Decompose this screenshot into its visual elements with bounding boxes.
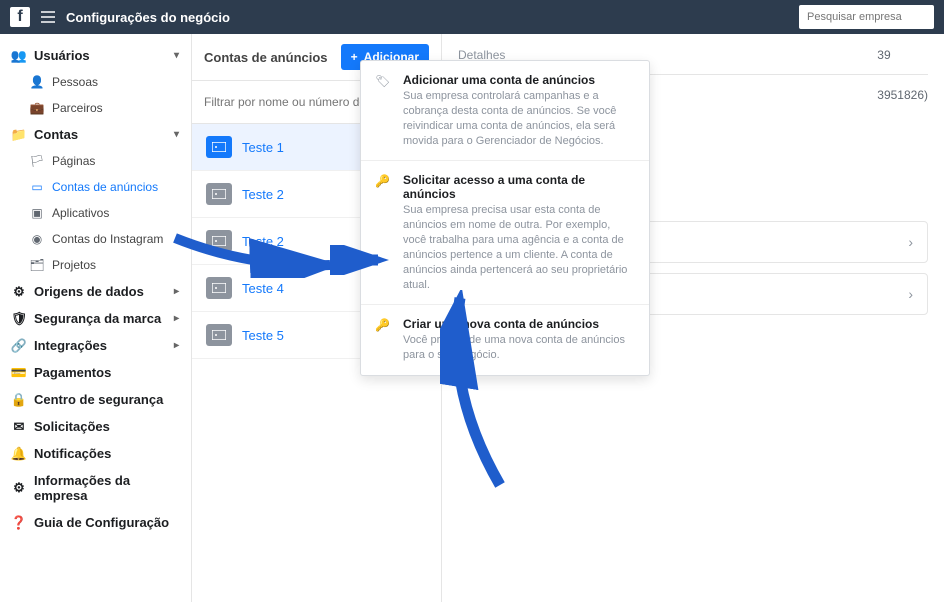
topbar: f Configurações do negócio: [0, 0, 944, 34]
sidebar-label: Informações da empresa: [34, 473, 179, 503]
chevron-down-icon: ▾: [174, 129, 179, 140]
dropdown-option-desc: Sua empresa precisa usar esta conta de a…: [403, 203, 635, 292]
dropdown-option-desc: Sua empresa controlará campanhas e a cob…: [403, 89, 635, 148]
sidebar-item-app[interactable]: ▣ Aplicativos: [4, 200, 187, 226]
sidebar: 👥 Usuários ▾ 👤 Pessoas 💼 Parceiros 📁 Contas ▾ 🏳 Pág…: [0, 34, 192, 602]
sidebar-label: Pessoas: [52, 75, 98, 89]
sidebar-label: Usuários: [34, 48, 90, 63]
payments-icon: 💳: [12, 366, 26, 380]
sidebar-label: Origens de dados: [34, 284, 144, 299]
users-icon: 👥: [12, 49, 26, 63]
dropdown-option-title: Criar uma nova conta de anúncios: [403, 317, 635, 331]
hamburger-icon[interactable]: [40, 9, 56, 25]
dropdown-option[interactable]: 🔑 Criar uma nova conta de anúncios Você pr…: [361, 305, 649, 375]
sidebar-section-lock[interactable]: 🔒 Centro de segurança: [4, 386, 187, 413]
ad-account-icon: [206, 183, 232, 205]
add-dropdown: 🏷 Adicionar uma conta de anúncios Sua empr…: [360, 60, 650, 376]
chevron-down-icon: ▾: [174, 50, 179, 61]
sidebar-label: Notificações: [34, 446, 111, 461]
requests-icon: ✉: [12, 420, 26, 434]
plus-icon: +: [351, 50, 358, 64]
person-icon: 👤: [30, 75, 44, 89]
facebook-logo[interactable]: f: [10, 7, 30, 27]
sidebar-label: Contas de anúncios: [52, 180, 158, 194]
datasource-icon: ⚙: [12, 285, 26, 299]
gear-icon: ⚙: [12, 481, 26, 495]
sidebar-label: Contas: [34, 127, 78, 142]
sidebar-section-users[interactable]: 👥 Usuários ▾: [4, 42, 187, 69]
sidebar-section-gear[interactable]: ⚙ Informações da empresa: [4, 467, 187, 509]
sidebar-section-payments[interactable]: 💳 Pagamentos: [4, 359, 187, 386]
sidebar-label: Pagamentos: [34, 365, 111, 380]
sidebar-label: Segurança da marca: [34, 311, 161, 326]
search-container: [799, 5, 934, 29]
ad-icon: ▭: [30, 180, 44, 194]
key-icon: 🔑: [375, 174, 393, 192]
sidebar-section-datasource[interactable]: ⚙ Origens de dados ▸: [4, 278, 187, 305]
sidebar-label: Centro de segurança: [34, 392, 163, 407]
key-icon: 🔑: [375, 318, 393, 336]
lock-icon: 🔒: [12, 393, 26, 407]
bell-icon: 🔔: [12, 447, 26, 461]
account-item-label: Teste 2: [242, 234, 284, 249]
sidebar-section-integration[interactable]: 🔗 Integrações ▸: [4, 332, 187, 359]
sidebar-item-briefcase[interactable]: 💼 Parceiros: [4, 95, 187, 121]
shield-icon: 🛡: [12, 312, 26, 326]
sidebar-label: Projetos: [52, 258, 96, 272]
app-icon: ▣: [30, 206, 44, 220]
sidebar-section-folder[interactable]: 📁 Contas ▾: [4, 121, 187, 148]
tag-icon: 🏷: [375, 74, 393, 92]
sidebar-item-person[interactable]: 👤 Pessoas: [4, 69, 187, 95]
briefcase-icon: 💼: [30, 101, 44, 115]
sidebar-section-shield[interactable]: 🛡 Segurança da marca ▸: [4, 305, 187, 332]
ad-account-icon: [206, 230, 232, 252]
sidebar-section-guide[interactable]: ❓ Guia de Configuração: [4, 509, 187, 536]
chevron-right-icon: ▸: [174, 286, 179, 297]
project-icon: 🗂: [30, 258, 44, 272]
sidebar-label: Contas do Instagram: [52, 232, 163, 246]
topbar-title: Configurações do negócio: [66, 10, 230, 25]
account-item-label: Teste 5: [242, 328, 284, 343]
dropdown-option[interactable]: 🏷 Adicionar uma conta de anúncios Sua empr…: [361, 61, 649, 161]
sidebar-label: Integrações: [34, 338, 107, 353]
sidebar-label: Guia de Configuração: [34, 515, 169, 530]
folder-icon: 📁: [12, 128, 26, 142]
ad-account-icon: [206, 277, 232, 299]
sidebar-label: Solicitações: [34, 419, 110, 434]
chevron-right-icon: ›: [908, 234, 913, 250]
ad-account-icon: [206, 324, 232, 346]
sidebar-section-requests[interactable]: ✉ Solicitações: [4, 413, 187, 440]
sidebar-item-ad[interactable]: ▭ Contas de anúncios: [4, 174, 187, 200]
instagram-icon: ◉: [30, 232, 44, 246]
partial-id-text: 39 3951826): [861, 34, 944, 116]
chevron-right-icon: ▸: [174, 313, 179, 324]
sidebar-label: Páginas: [52, 154, 95, 168]
chevron-right-icon: ▸: [174, 340, 179, 351]
account-item-label: Teste 2: [242, 187, 284, 202]
search-input[interactable]: [799, 5, 934, 29]
account-item-label: Teste 1: [242, 140, 284, 155]
sidebar-item-project[interactable]: 🗂 Projetos: [4, 252, 187, 278]
account-column-title: Contas de anúncios: [204, 50, 328, 65]
dropdown-option-title: Adicionar uma conta de anúncios: [403, 73, 635, 87]
sidebar-label: Aplicativos: [52, 206, 109, 220]
sidebar-item-flag[interactable]: 🏳 Páginas: [4, 148, 187, 174]
sidebar-item-instagram[interactable]: ◉ Contas do Instagram: [4, 226, 187, 252]
chevron-right-icon: ›: [908, 286, 913, 302]
dropdown-option-desc: Você precisa de uma nova conta de anúnci…: [403, 333, 635, 363]
sidebar-section-bell[interactable]: 🔔 Notificações: [4, 440, 187, 467]
guide-icon: ❓: [12, 516, 26, 530]
sidebar-label: Parceiros: [52, 101, 103, 115]
integration-icon: 🔗: [12, 339, 26, 353]
dropdown-option[interactable]: 🔑 Solicitar acesso a uma conta de anúncio…: [361, 161, 649, 305]
dropdown-option-title: Solicitar acesso a uma conta de anúncios: [403, 173, 635, 201]
account-item-label: Teste 4: [242, 281, 284, 296]
flag-icon: 🏳: [30, 154, 44, 168]
ad-account-icon: [206, 136, 232, 158]
